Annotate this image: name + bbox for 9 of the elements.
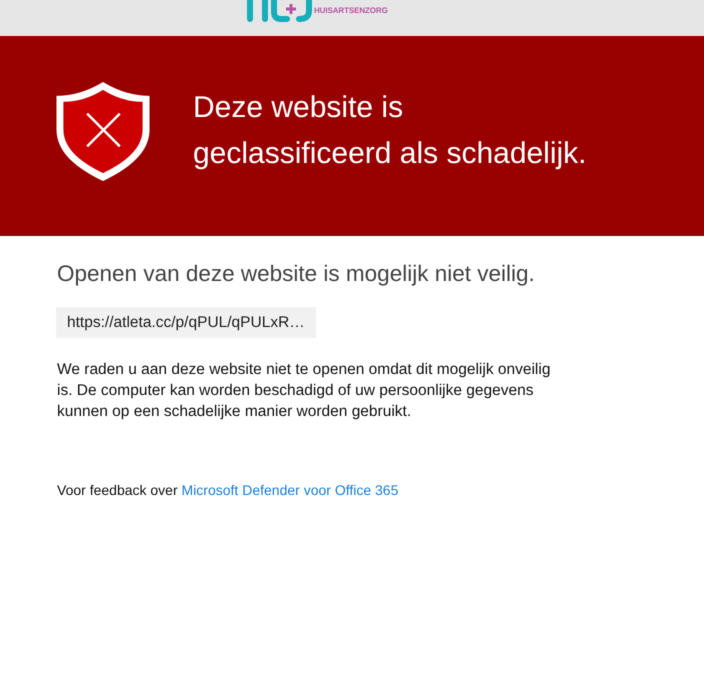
shield-x-icon xyxy=(56,82,150,180)
logo-text: HUISARTSENZORG xyxy=(314,6,388,15)
logo-icon xyxy=(247,0,313,23)
url-text: https://atleta.cc/p/qPUL/qPULxR… xyxy=(56,307,316,338)
banner-title: Deze website is geclassificeerd als schadelijk. xyxy=(193,90,588,172)
warning-message: We raden u aan deze website niet te openen omdat dit mogelijk onveilig is. De computer kan worden beschadigd of uw persoonlijke gegevens kunnen op een schadelijke manier worden gebruikt. xyxy=(57,360,552,422)
feedback-link[interactable]: Microsoft Defender voor Office 365 xyxy=(182,482,398,498)
warning-heading: Openen van deze website is mogelijk niet veilig. xyxy=(57,260,536,288)
feedback-text: Voor feedback over Microsoft Defender voor Office 365 xyxy=(57,482,400,499)
